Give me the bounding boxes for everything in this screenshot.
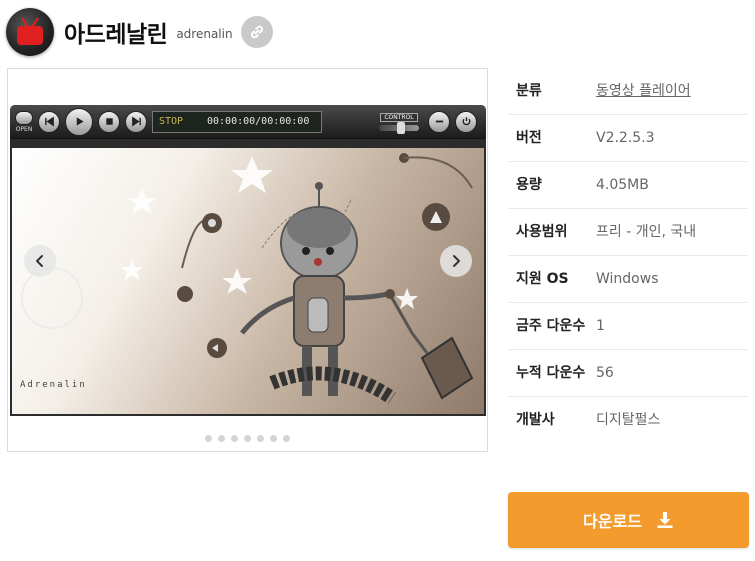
info-key: 금주 다운수 <box>516 318 586 334</box>
power-icon <box>455 110 477 133</box>
player-video-area: Adrenalin <box>12 148 484 414</box>
gallery-dot[interactable] <box>244 435 251 442</box>
gallery-pagination <box>8 435 487 442</box>
info-key: 누적 다운수 <box>516 365 586 381</box>
info-key: 분류 <box>516 83 542 99</box>
category-link[interactable]: 동영상 플레이어 <box>596 80 691 102</box>
info-key: 버전 <box>516 130 542 146</box>
control-label: CONTROL <box>380 112 418 122</box>
player-watermark: Adrenalin <box>20 380 87 390</box>
gallery-dot[interactable] <box>218 435 225 442</box>
player-lcd-display: STOP 00:00:00/00:00:00 <box>152 110 322 133</box>
chevron-left-icon <box>36 255 43 267</box>
chevron-right-icon <box>453 255 460 267</box>
volume-slider <box>379 121 419 134</box>
info-value: 프리 - 개인, 국내 <box>596 224 697 240</box>
info-row-license: 사용범위 프리 - 개인, 국내 <box>508 209 748 256</box>
app-info-table: 분류 동영상 플레이어 버전 V2.2.5.3 용량 4.05MB 사용범위 프… <box>508 68 748 443</box>
stop-icon <box>98 110 120 133</box>
info-value: 1 <box>596 318 605 334</box>
gallery-dot[interactable] <box>270 435 277 442</box>
player-status: STOP <box>159 116 184 127</box>
gallery-dot[interactable] <box>257 435 264 442</box>
info-value: V2.2.5.3 <box>596 130 655 146</box>
info-row-size: 용량 4.05MB <box>508 162 748 209</box>
info-value: 디지탈펄스 <box>596 412 661 428</box>
gallery-next-button[interactable] <box>440 245 472 277</box>
info-value: 4.05MB <box>596 177 649 193</box>
app-logo-icon <box>6 8 54 56</box>
copy-link-button[interactable] <box>240 16 273 48</box>
download-label: 다운로드 <box>583 512 642 531</box>
eject-icon <box>15 110 33 125</box>
play-icon <box>65 107 93 136</box>
download-icon <box>657 512 673 528</box>
info-row-category: 분류 동영상 플레이어 <box>508 68 748 115</box>
info-row-developer: 개발사 디지탈펄스 <box>508 397 748 443</box>
download-button[interactable]: 다운로드 <box>508 492 749 548</box>
info-key: 용량 <box>516 177 542 193</box>
info-key: 지원 OS <box>516 271 569 287</box>
gallery-dot[interactable] <box>283 435 290 442</box>
open-label: OPEN <box>15 125 33 133</box>
screenshot-image: OPEN STOP 00:00:00/00:00:00 CONTROL Adre… <box>10 105 486 416</box>
info-value: Windows <box>596 271 659 287</box>
info-value: 56 <box>596 365 614 381</box>
screenshot-gallery: OPEN STOP 00:00:00/00:00:00 CONTROL Adre… <box>7 68 488 452</box>
player-time: 00:00:00/00:00:00 <box>207 116 310 127</box>
gallery-dot[interactable] <box>231 435 238 442</box>
info-key: 개발사 <box>516 412 555 428</box>
player-control-bar: OPEN STOP 00:00:00/00:00:00 CONTROL <box>10 105 486 139</box>
info-row-weekly-downloads: 금주 다운수 1 <box>508 303 748 350</box>
info-row-total-downloads: 누적 다운수 56 <box>508 350 748 397</box>
gallery-dot[interactable] <box>205 435 212 442</box>
info-row-version: 버전 V2.2.5.3 <box>508 115 748 162</box>
open-control: OPEN <box>15 110 33 133</box>
info-key: 사용범위 <box>516 224 568 240</box>
previous-icon <box>38 110 60 133</box>
minimize-icon <box>428 110 450 133</box>
app-subtitle: adrenalin <box>176 27 233 41</box>
volume-control: CONTROL <box>375 112 423 134</box>
app-title: 아드레날린 <box>64 22 168 48</box>
info-row-os: 지원 OS Windows <box>508 256 748 303</box>
next-icon <box>125 110 147 133</box>
app-header: 아드레날린 adrenalin <box>6 6 273 58</box>
link-icon <box>250 25 263 39</box>
artwork-illustration <box>21 153 474 404</box>
gallery-prev-button[interactable] <box>24 245 56 277</box>
